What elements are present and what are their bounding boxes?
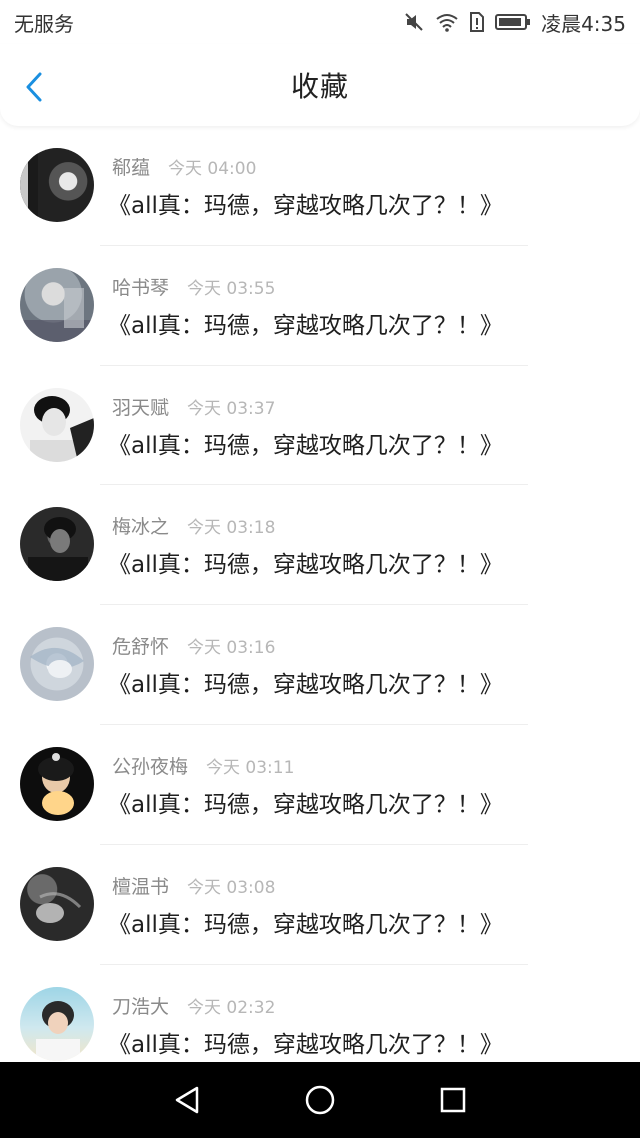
wifi-icon: [435, 12, 459, 32]
timestamp: 今天 03:18: [187, 518, 276, 539]
timestamp: 今天 03:37: [187, 398, 276, 419]
list-item[interactable]: 公孙夜梅 今天 03:11 《all真：玛德，穿越攻略几次了？！》: [0, 725, 640, 845]
avatar: [20, 148, 94, 222]
list-item[interactable]: 哈书琴 今天 03:55 《all真：玛德，穿越攻略几次了？！》: [0, 246, 640, 366]
recents-square-icon: [441, 1087, 466, 1113]
list-item[interactable]: 刀浩大 今天 02:32 《all真：玛德，穿越攻略几次了？！》: [0, 965, 640, 1062]
avatar: [20, 627, 94, 702]
author-name: 羽天赋: [112, 396, 170, 419]
timestamp: 今天 03:11: [206, 757, 295, 778]
header: 收藏: [0, 44, 640, 126]
chevron-left-icon: [26, 72, 42, 102]
screen: 无服务 凌晨4:35 收藏 郗蕴 今天 04:00 《all真：玛德，穿越攻略几…: [0, 0, 640, 1138]
list-item[interactable]: 郗蕴 今天 04:00 《all真：玛德，穿越攻略几次了？！》: [0, 126, 640, 246]
list-item[interactable]: 危舒怀 今天 03:16 《all真：玛德，穿越攻略几次了？！》: [0, 605, 640, 725]
author-name: 刀浩大: [112, 995, 170, 1018]
alert-sim-icon: [469, 11, 485, 33]
carrier-label: 无服务: [14, 11, 74, 36]
avatar: [20, 986, 94, 1061]
list-item[interactable]: 檀温书 今天 03:08 《all真：玛德，穿越攻略几次了？！》: [0, 845, 640, 965]
story-title: 《all真：玛德，穿越攻略几次了？！》: [108, 193, 503, 219]
mute-icon: [403, 11, 425, 33]
story-title: 《all真：玛德，穿越攻略几次了？！》: [108, 312, 503, 339]
author-name: 檀温书: [112, 875, 170, 898]
author-name: 危舒怀: [112, 636, 170, 659]
avatar: [20, 507, 94, 582]
avatar: [20, 746, 94, 821]
story-title: 《all真：玛德，穿越攻略几次了？！》: [108, 1031, 503, 1058]
status-time: 凌晨4:35: [541, 11, 626, 36]
status-bar: 无服务 凌晨4:35: [0, 0, 640, 44]
navigation-bar: [0, 1062, 640, 1138]
author-name: 公孙夜梅: [112, 755, 189, 778]
author-name: 哈书琴: [112, 276, 170, 299]
story-title: 《all真：玛德，穿越攻略几次了？！》: [108, 911, 503, 938]
nav-back-button[interactable]: [163, 1076, 211, 1124]
timestamp: 今天 03:16: [187, 638, 276, 659]
back-triangle-icon: [175, 1086, 198, 1114]
timestamp: 今天 03:55: [187, 278, 276, 299]
timestamp: 今天 03:08: [187, 877, 276, 898]
status-icons: 凌晨4:35: [403, 8, 626, 37]
list-item[interactable]: 羽天赋 今天 03:37 《all真：玛德，穿越攻略几次了？！》: [0, 366, 640, 486]
nav-home-button[interactable]: [296, 1076, 344, 1124]
nav-recents-button[interactable]: [429, 1076, 477, 1124]
back-button[interactable]: [18, 70, 50, 104]
battery-icon: [495, 12, 531, 32]
timestamp: 今天 04:00: [168, 159, 257, 179]
page-title: 收藏: [290, 70, 349, 103]
story-title: 《all真：玛德，穿越攻略几次了？！》: [108, 552, 503, 579]
timestamp: 今天 02:32: [187, 997, 276, 1018]
story-title: 《all真：玛德，穿越攻略几次了？！》: [108, 672, 503, 699]
avatar: [20, 866, 94, 941]
story-title: 《all真：玛德，穿越攻略几次了？！》: [108, 432, 503, 459]
author-name: 梅冰之: [112, 516, 170, 539]
avatar: [20, 387, 94, 462]
author-name: 郗蕴: [112, 157, 151, 179]
avatar: [20, 267, 94, 342]
story-title: 《all真：玛德，穿越攻略几次了？！》: [108, 791, 503, 818]
list-item[interactable]: 梅冰之 今天 03:18 《all真：玛德，穿越攻略几次了？！》: [0, 485, 640, 606]
favorites-list: 郗蕴 今天 04:00 《all真：玛德，穿越攻略几次了？！》 哈书琴 今天 0…: [0, 126, 640, 1062]
home-circle-icon: [305, 1085, 335, 1115]
